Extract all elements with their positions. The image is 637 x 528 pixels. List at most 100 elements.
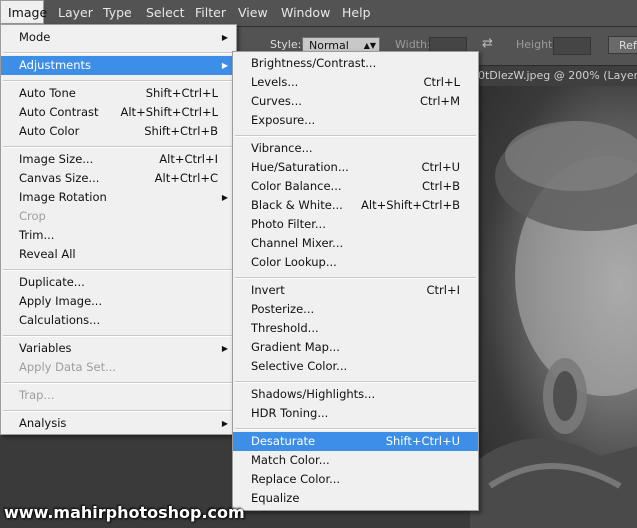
submenu-arrow-icon: ▶ bbox=[221, 61, 228, 70]
menu-separator bbox=[3, 409, 234, 412]
menu-view[interactable]: View bbox=[238, 0, 268, 26]
menu-item-label: Equalize bbox=[251, 491, 300, 505]
menu-item-image-rotation[interactable]: Image Rotation ▶ bbox=[1, 188, 236, 207]
menu-item-color-lookup[interactable]: Color Lookup... bbox=[233, 253, 478, 272]
menu-item-label: Crop bbox=[19, 209, 46, 223]
adjustments-submenu: Brightness/Contrast... Levels... Ctrl+L Cur… bbox=[232, 51, 479, 511]
menu-item-match-color[interactable]: Match Color... bbox=[233, 451, 478, 470]
menu-item-shortcut: Ctrl+L bbox=[423, 75, 460, 89]
menu-item-label: Color Lookup... bbox=[251, 255, 337, 269]
menu-item-replace-color[interactable]: Replace Color... bbox=[233, 470, 478, 489]
menu-item-shortcut: Ctrl+B bbox=[422, 179, 460, 193]
menu-item-levels[interactable]: Levels... Ctrl+L bbox=[233, 73, 478, 92]
menu-item-label: Apply Data Set... bbox=[19, 360, 117, 374]
menu-item-label: Image Size... bbox=[19, 152, 94, 166]
menu-item-label: Variables bbox=[19, 341, 72, 355]
menu-item-label: Gradient Map... bbox=[251, 340, 340, 354]
submenu-arrow-icon: ▶ bbox=[221, 193, 228, 202]
menu-item-duplicate[interactable]: Duplicate... bbox=[1, 273, 236, 292]
menu-item-calculations[interactable]: Calculations... bbox=[1, 311, 236, 330]
menu-item-label: Invert bbox=[251, 283, 285, 297]
submenu-arrow-icon: ▶ bbox=[221, 344, 228, 353]
menu-item-color-balance[interactable]: Color Balance... Ctrl+B bbox=[233, 177, 478, 196]
menu-item-brightness-contrast[interactable]: Brightness/Contrast... bbox=[233, 54, 478, 73]
menu-separator bbox=[3, 334, 234, 337]
swap-arrows-icon[interactable]: ⇄ bbox=[482, 36, 493, 51]
menu-separator bbox=[235, 134, 476, 137]
menu-item-image-size[interactable]: Image Size... Alt+Ctrl+I bbox=[1, 150, 236, 169]
menu-item-label: Image Rotation bbox=[19, 190, 107, 204]
menu-item-crop: Crop bbox=[1, 207, 236, 226]
menu-item-desaturate[interactable]: Desaturate Shift+Ctrl+U bbox=[233, 432, 478, 451]
menu-separator bbox=[235, 380, 476, 383]
menu-item-auto-contrast[interactable]: Auto Contrast Alt+Shift+Ctrl+L bbox=[1, 103, 236, 122]
menu-item-label: Match Color... bbox=[251, 453, 330, 467]
menu-item-black-white[interactable]: Black & White... Alt+Shift+Ctrl+B bbox=[233, 196, 478, 215]
menu-item-threshold[interactable]: Threshold... bbox=[233, 319, 478, 338]
menu-item-adjustments[interactable]: Adjustments ▶ bbox=[1, 56, 236, 75]
menu-item-auto-tone[interactable]: Auto Tone Shift+Ctrl+L bbox=[1, 84, 236, 103]
submenu-arrow-icon: ▶ bbox=[221, 419, 228, 428]
menu-filter[interactable]: Filter bbox=[195, 0, 226, 26]
menu-item-label: Auto Contrast bbox=[19, 105, 99, 119]
menu-item-selective-color[interactable]: Selective Color... bbox=[233, 357, 478, 376]
menu-item-label: Selective Color... bbox=[251, 359, 348, 373]
menu-item-label: Calculations... bbox=[19, 313, 101, 327]
menu-item-reveal-all[interactable]: Reveal All bbox=[1, 245, 236, 264]
image-menu: Mode ▶ Adjustments ▶ Auto Tone Shift+Ctrl+L Au… bbox=[0, 24, 237, 435]
submenu-arrow-icon: ▶ bbox=[221, 33, 228, 42]
menu-type[interactable]: Type bbox=[103, 0, 132, 26]
menu-item-label: Reveal All bbox=[19, 247, 76, 261]
menu-item-label: Mode bbox=[19, 30, 51, 44]
menu-item-trim[interactable]: Trim... bbox=[1, 226, 236, 245]
menu-item-label: Curves... bbox=[251, 94, 302, 108]
menu-item-vibrance[interactable]: Vibrance... bbox=[233, 139, 478, 158]
menu-item-label: Channel Mixer... bbox=[251, 236, 344, 250]
menu-item-shortcut: Alt+Shift+Ctrl+B bbox=[361, 198, 460, 212]
menu-item-invert[interactable]: Invert Ctrl+I bbox=[233, 281, 478, 300]
menu-item-curves[interactable]: Curves... Ctrl+M bbox=[233, 92, 478, 111]
menu-item-apply-image[interactable]: Apply Image... bbox=[1, 292, 236, 311]
menu-item-posterize[interactable]: Posterize... bbox=[233, 300, 478, 319]
menu-layer[interactable]: Layer bbox=[58, 0, 93, 26]
menu-separator bbox=[3, 79, 234, 82]
menu-window[interactable]: Window bbox=[281, 0, 330, 26]
height-label: Height: bbox=[516, 38, 557, 51]
document-tab[interactable]: 0tDlezW.jpeg @ 200% (Layer 1, bbox=[470, 66, 637, 86]
menu-item-equalize[interactable]: Equalize bbox=[233, 489, 478, 508]
image-canvas[interactable] bbox=[470, 86, 637, 528]
menu-item-analysis[interactable]: Analysis ▶ bbox=[1, 414, 236, 433]
menu-item-hdr-toning[interactable]: HDR Toning... bbox=[233, 404, 478, 423]
width-label: Width: bbox=[395, 38, 431, 51]
menu-item-auto-color[interactable]: Auto Color Shift+Ctrl+B bbox=[1, 122, 236, 141]
menu-item-shortcut: Shift+Ctrl+U bbox=[385, 434, 460, 448]
menu-select[interactable]: Select bbox=[146, 0, 185, 26]
menu-item-canvas-size[interactable]: Canvas Size... Alt+Ctrl+C bbox=[1, 169, 236, 188]
menubar: Image Layer Type Select Filter View Wind… bbox=[0, 0, 637, 27]
menu-item-shadows-highlights[interactable]: Shadows/Highlights... bbox=[233, 385, 478, 404]
menu-item-channel-mixer[interactable]: Channel Mixer... bbox=[233, 234, 478, 253]
menu-item-hue-saturation[interactable]: Hue/Saturation... Ctrl+U bbox=[233, 158, 478, 177]
menu-item-label: Apply Image... bbox=[19, 294, 103, 308]
menu-separator bbox=[235, 276, 476, 279]
refine-edge-button[interactable]: Refi bbox=[608, 36, 637, 54]
menu-item-photo-filter[interactable]: Photo Filter... bbox=[233, 215, 478, 234]
menu-item-label: Color Balance... bbox=[251, 179, 342, 193]
menu-image[interactable]: Image bbox=[0, 0, 47, 24]
menu-item-mode[interactable]: Mode ▶ bbox=[1, 28, 236, 47]
menu-item-label: Threshold... bbox=[251, 321, 319, 335]
watermark: www.mahirphotoshop.com bbox=[4, 503, 245, 522]
menu-item-gradient-map[interactable]: Gradient Map... bbox=[233, 338, 478, 357]
menu-item-label: Auto Tone bbox=[19, 86, 76, 100]
height-input[interactable] bbox=[553, 37, 591, 55]
menu-item-label: Trap... bbox=[19, 388, 55, 402]
menu-item-label: Photo Filter... bbox=[251, 217, 326, 231]
menu-item-exposure[interactable]: Exposure... bbox=[233, 111, 478, 130]
menu-help[interactable]: Help bbox=[342, 0, 371, 26]
menu-item-label: HDR Toning... bbox=[251, 406, 329, 420]
menu-item-variables[interactable]: Variables ▶ bbox=[1, 339, 236, 358]
menu-separator bbox=[3, 51, 234, 54]
menu-separator bbox=[3, 381, 234, 384]
menu-separator bbox=[3, 268, 234, 271]
menu-separator bbox=[3, 145, 234, 148]
